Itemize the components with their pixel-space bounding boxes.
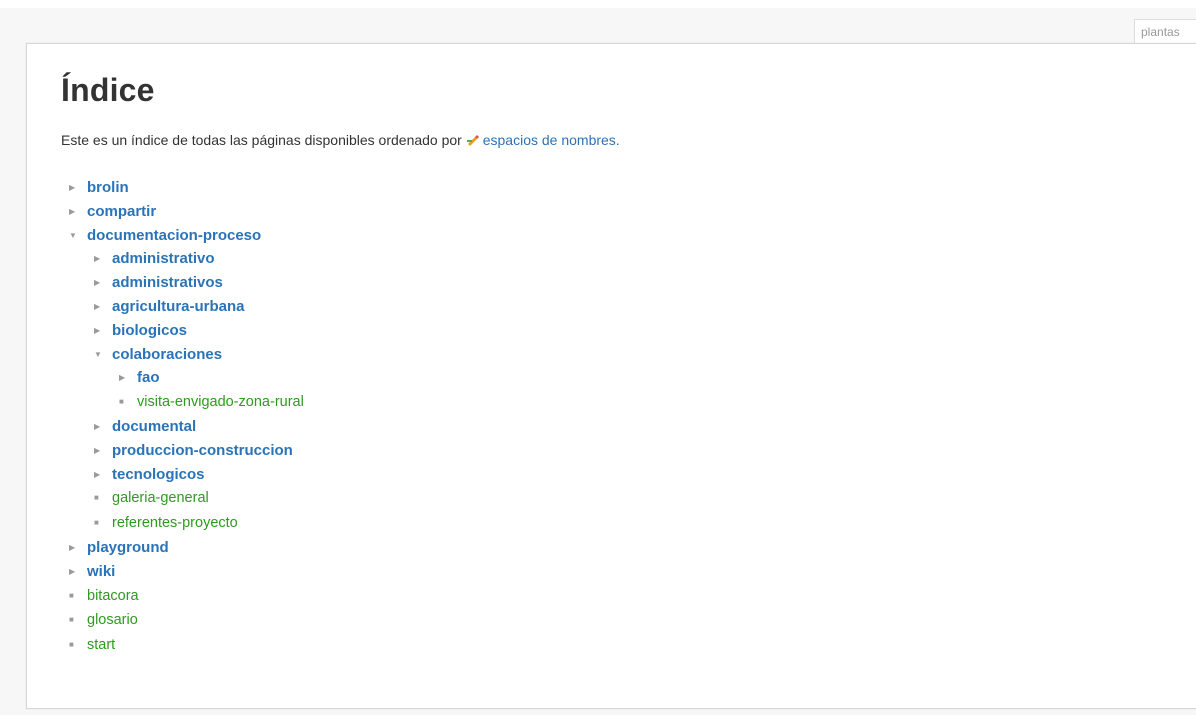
tree-namespace-biologicos: ▶ biologicos — [94, 319, 304, 343]
intro-text: Este es un índice de todas las páginas d… — [61, 132, 462, 148]
page-title: Índice — [61, 72, 155, 108]
tree-namespace-fao: ▶ fao — [119, 366, 304, 390]
namespace-link[interactable]: documentacion-proceso — [87, 227, 261, 244]
tree-sublist: ▶ administrativo ▶ administrativos ▶ agricult… — [69, 247, 304, 536]
expanded-arrow-icon[interactable]: ▼ — [69, 224, 87, 248]
namespace-link[interactable]: brolin — [87, 179, 129, 196]
namespace-icon — [466, 135, 479, 146]
tree-page-galeria-general: ■ galeria-general — [94, 486, 304, 511]
namespace-link[interactable]: produccion-construccion — [112, 442, 293, 459]
namespace-link[interactable]: wiki — [87, 563, 115, 580]
bullet-icon: ■ — [94, 518, 99, 528]
collapsed-arrow-icon[interactable]: ▶ — [69, 560, 87, 584]
collapsed-arrow-icon[interactable]: ▶ — [94, 271, 112, 295]
collapsed-arrow-icon[interactable]: ▶ — [94, 439, 112, 463]
collapsed-arrow-icon[interactable]: ▶ — [94, 463, 112, 487]
namespace-link[interactable]: agricultura-urbana — [112, 298, 245, 315]
collapsed-arrow-icon[interactable]: ▶ — [69, 536, 87, 560]
top-band — [0, 0, 1196, 8]
tree-page-bitacora: ■ bitacora — [69, 584, 304, 609]
tree-namespace-colaboraciones: ▼ colaboraciones ▶ fao ■ visita-envigado-zona… — [94, 343, 304, 415]
tree-namespace-produccion-construccion: ▶ produccion-construccion — [94, 439, 304, 463]
tree-namespace-administrativos: ▶ administrativos — [94, 271, 304, 295]
tree-namespace-compartir: ▶ compartir — [69, 200, 304, 224]
bullet-icon: ■ — [119, 397, 124, 407]
page-link[interactable]: galeria-general — [112, 490, 209, 506]
tree-namespace-playground: ▶ playground — [69, 536, 304, 560]
bullet-icon: ■ — [94, 493, 99, 503]
page-link[interactable]: visita-envigado-zona-rural — [137, 394, 304, 410]
namespace-link[interactable]: biologicos — [112, 322, 187, 339]
namespace-link[interactable]: documental — [112, 418, 196, 435]
namespace-link[interactable]: colaboraciones — [112, 346, 222, 363]
collapsed-arrow-icon[interactable]: ▶ — [94, 415, 112, 439]
tree-namespace-wiki: ▶ wiki — [69, 560, 304, 584]
tree-page-start: ■ start — [69, 633, 304, 658]
intro-paragraph: Este es un índice de todas las páginas d… — [61, 132, 620, 148]
collapsed-arrow-icon[interactable]: ▶ — [94, 247, 112, 271]
tree-namespace-tecnologicos: ▶ tecnologicos — [94, 463, 304, 487]
collapsed-arrow-icon[interactable]: ▶ — [94, 319, 112, 343]
namespace-link[interactable]: administrativo — [112, 250, 215, 267]
tree-page-glosario: ■ glosario — [69, 608, 304, 633]
tree-namespace-agricultura-urbana: ▶ agricultura-urbana — [94, 295, 304, 319]
tree-namespace-brolin: ▶ brolin — [69, 176, 304, 200]
expanded-arrow-icon[interactable]: ▼ — [94, 343, 112, 367]
bullet-icon: ■ — [69, 640, 74, 650]
namespace-link[interactable]: compartir — [87, 203, 156, 220]
page-link[interactable]: bitacora — [87, 588, 139, 604]
tree-page-visita-envigado-zona-rural: ■ visita-envigado-zona-rural — [119, 390, 304, 415]
bullet-icon: ■ — [69, 590, 74, 600]
collapsed-arrow-icon[interactable]: ▶ — [69, 200, 87, 224]
namespace-link[interactable]: administrativos — [112, 274, 223, 291]
tree-namespace-documental: ▶ documental — [94, 415, 304, 439]
namespace-link[interactable]: tecnologicos — [112, 466, 205, 483]
page-link[interactable]: referentes-proyecto — [112, 515, 238, 531]
tree-namespace-administrativo: ▶ administrativo — [94, 247, 304, 271]
tree-namespace-documentacion-proceso: ▼ documentacion-proceso ▶ administrativo ▶ ad… — [69, 224, 304, 536]
page-id-tab: plantas — [1134, 19, 1196, 44]
page-link[interactable]: start — [87, 637, 115, 653]
collapsed-arrow-icon[interactable]: ▶ — [94, 295, 112, 319]
tree-sublist: ▶ fao ■ visita-envigado-zona-rural — [94, 366, 304, 415]
tree-page-referentes-proyecto: ■ referentes-proyecto — [94, 511, 304, 536]
collapsed-arrow-icon[interactable]: ▶ — [119, 366, 137, 390]
collapsed-arrow-icon[interactable]: ▶ — [69, 176, 87, 200]
page-link[interactable]: glosario — [87, 612, 138, 628]
bullet-icon: ■ — [69, 615, 74, 625]
namespace-link[interactable]: fao — [137, 369, 160, 386]
namespaces-link[interactable]: espacios de nombres. — [483, 132, 620, 148]
namespace-link[interactable]: playground — [87, 539, 169, 556]
page-content: Índice Este es un índice de todas las pá… — [26, 43, 1196, 709]
index-tree: ▶ brolin ▶ compartir ▼ documentacion-proceso ▶… — [69, 176, 304, 658]
